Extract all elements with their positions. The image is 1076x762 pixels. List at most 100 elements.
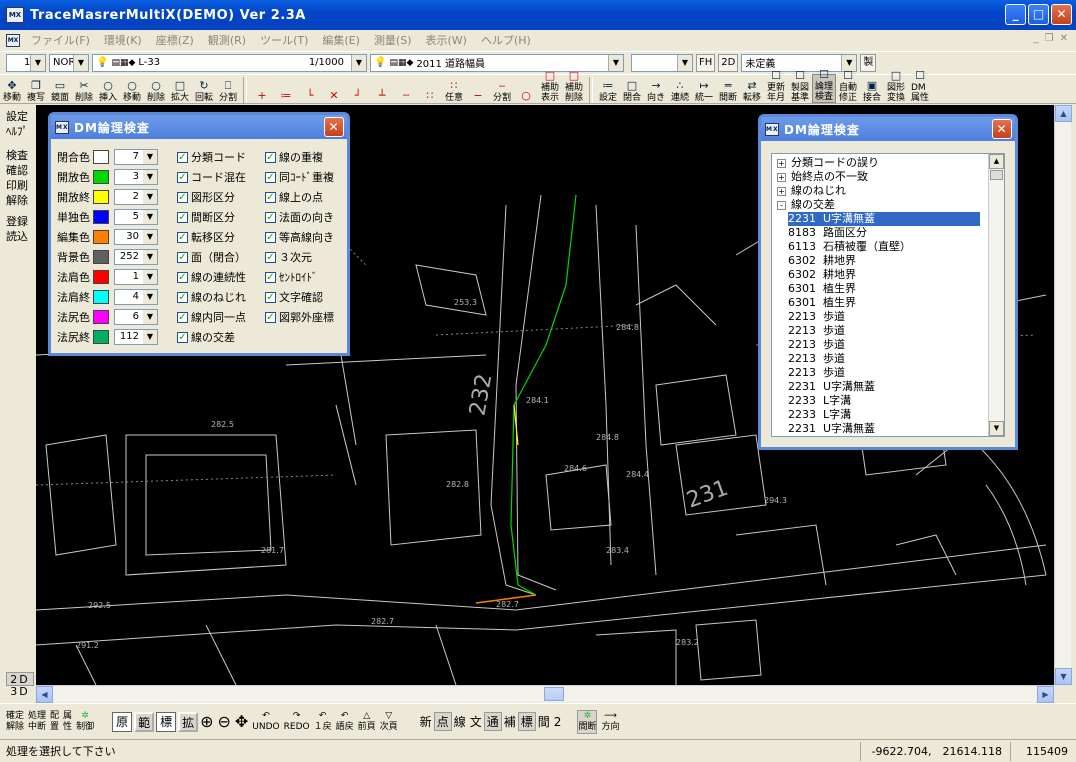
toolbar-button[interactable]: □ 拡大 <box>168 74 192 103</box>
toolbar-button[interactable]: □ 補助 削除 <box>562 69 586 103</box>
checkbox[interactable]: ✓ <box>177 311 188 323</box>
color-swatch[interactable] <box>93 310 109 324</box>
scroll-right-icon[interactable]: ▶ <box>1037 686 1054 703</box>
check-item[interactable]: ✓ 分類コード <box>177 147 246 167</box>
toolbar-button[interactable]: → 向き <box>644 74 668 103</box>
toolbar-button[interactable]: ≔ <box>274 74 298 103</box>
result-tree[interactable]: ▲ ▼ + 分類コードの誤り + 始終点の不一致 + 線のねじれ - 線の交差 2231 U字溝… <box>771 153 1005 437</box>
color-number-select[interactable]: 3 ▼ <box>114 169 158 185</box>
toolbar-button[interactable]: ✂ 削除 <box>72 74 96 103</box>
color-swatch[interactable] <box>93 190 109 204</box>
check-item[interactable]: ✓ 文字確認 <box>265 287 323 307</box>
box-button[interactable]: 原 <box>112 711 133 732</box>
check-item[interactable]: ✓ 図形区分 <box>177 187 235 207</box>
2d-button[interactable]: 2D <box>718 53 739 72</box>
color-swatch[interactable] <box>93 210 109 224</box>
toolbar-button[interactable]: + <box>250 74 274 103</box>
menu-observe[interactable]: 観測(R) <box>201 32 253 48</box>
color-swatch[interactable] <box>93 250 109 264</box>
expand-icon[interactable]: + <box>777 186 786 196</box>
checkbox[interactable]: ✓ <box>265 271 276 283</box>
tree-item[interactable]: 6302 耕地界 <box>788 268 856 282</box>
tree-item[interactable]: 2213 歩道 <box>788 366 845 380</box>
nav-button[interactable]: ↶ 語戻 <box>336 711 354 733</box>
toolbar-button[interactable]: ○ <box>514 74 538 103</box>
checkbox[interactable]: ✓ <box>177 171 188 183</box>
tree-group[interactable]: + 分類コードの誤り <box>772 156 879 170</box>
pan-button[interactable]: ✥ <box>235 714 248 730</box>
checkbox[interactable]: ✓ <box>177 331 188 343</box>
checkbox[interactable]: ✓ <box>177 151 188 163</box>
layer2-select[interactable]: 💡 ▤▦◆ 2011 道路幅員 ▼ <box>370 53 624 72</box>
mode-toggle[interactable]: 通 <box>483 712 502 731</box>
left-release[interactable]: 解除 <box>0 193 36 208</box>
tree-scrollbar[interactable]: ▲ ▼ <box>988 154 1004 436</box>
control-button[interactable]: ✲ 制御 <box>76 711 94 733</box>
checkbox[interactable]: ✓ <box>265 311 276 323</box>
scroll-down-icon[interactable]: ▼ <box>1055 668 1072 685</box>
mode-toggle[interactable]: 新 <box>418 713 434 730</box>
checkbox[interactable]: ✓ <box>265 191 276 203</box>
toolbar-button[interactable]: ☐ DM 属性 <box>908 69 932 103</box>
check-item[interactable]: ✓ 転移区分 <box>177 227 235 247</box>
check-item[interactable]: ✓ 線上の点 <box>265 187 323 207</box>
number-select[interactable]: 1 ▼ <box>6 53 46 72</box>
toolbar-button[interactable]: □ 閉合 <box>620 74 644 103</box>
sei-button[interactable]: 製 <box>860 53 877 72</box>
vertical-scrollbar[interactable]: ▲ ▼ <box>1054 105 1072 685</box>
toolbar-button[interactable]: ┄ <box>394 74 418 103</box>
mode-toggle[interactable]: 2 <box>552 715 564 729</box>
zoom-in-button[interactable]: ⊕ <box>200 714 213 730</box>
horizontal-scrollbar[interactable]: ◀ ▶ <box>36 685 1054 703</box>
checkbox[interactable]: ✓ <box>265 251 276 263</box>
left-confirm[interactable]: 確認 <box>0 163 36 178</box>
tree-group[interactable]: + 始終点の不一致 <box>772 170 868 184</box>
color-swatch[interactable] <box>93 230 109 244</box>
check-item[interactable]: ✓ ３次元 <box>265 247 312 267</box>
toolbar-button[interactable]: ▭ 鏡面 <box>48 74 72 103</box>
check-item[interactable]: ✓ 線の交差 <box>177 327 235 347</box>
mode-toggle[interactable]: 点 <box>433 712 452 731</box>
layer-select[interactable]: 💡 ▤▦◆ L-33 1/1000 ▼ <box>92 53 367 72</box>
expand-icon[interactable]: + <box>777 172 786 182</box>
box-button[interactable]: 範 <box>134 711 155 732</box>
mode-toggle[interactable]: 線 <box>452 713 468 730</box>
toolbar-button[interactable]: − <box>466 74 490 103</box>
tree-item[interactable]: 2231 U字溝無蓋 <box>788 422 875 436</box>
check-item[interactable]: ✓ 線のねじれ <box>177 287 246 307</box>
mdi-minimize-icon[interactable]: _ <box>1034 33 1039 44</box>
mdi-close-icon[interactable]: ✕ <box>1060 33 1068 44</box>
left-check[interactable]: 検査 <box>0 148 36 163</box>
toolbar-button[interactable]: ↻ 回転 <box>192 74 216 103</box>
tree-item[interactable]: 2213 歩道 <box>788 338 845 352</box>
color-number-select[interactable]: 30 ▼ <box>114 229 158 245</box>
toolbar-button[interactable]: ┴ <box>370 74 394 103</box>
mode-2d[interactable]: 2D <box>6 672 34 686</box>
checkbox[interactable]: ✓ <box>265 211 276 223</box>
menu-env[interactable]: 環境(K) <box>97 32 149 48</box>
toolbar-button[interactable]: ☐ 論理 検査 <box>812 68 836 103</box>
tree-item[interactable]: 2231 U字溝無蓋 <box>788 380 875 394</box>
checkbox[interactable]: ✓ <box>177 271 188 283</box>
toolbar-button[interactable]: ‒ 分割 <box>490 74 514 103</box>
color-number-select[interactable]: 5 ▼ <box>114 209 158 225</box>
menu-tool[interactable]: ツール(T) <box>253 32 315 48</box>
left-setting[interactable]: 設定 <box>0 109 36 124</box>
menu-view[interactable]: 表示(W) <box>419 32 474 48</box>
scroll-down-icon[interactable]: ▼ <box>989 421 1004 436</box>
tree-item[interactable]: 6113 石積被覆（直壁） <box>788 240 911 254</box>
tree-item[interactable]: 2213 歩道 <box>788 310 845 324</box>
minimize-button[interactable]: _ <box>1005 4 1026 25</box>
direction-button[interactable]: ⟶ 方向 <box>601 711 619 733</box>
check-item[interactable]: ✓ 図郭外座標 <box>265 307 334 327</box>
color-number-select[interactable]: 2 ▼ <box>114 189 158 205</box>
tree-item[interactable]: 2231 U字溝無蓋 <box>788 212 980 226</box>
toolbar-button[interactable]: ═ 間断 <box>716 74 740 103</box>
scroll-left-icon[interactable]: ◀ <box>36 686 53 703</box>
nav-button[interactable]: ↶ １戻 <box>314 711 332 733</box>
nav-button[interactable]: ↶ UNDO <box>252 711 279 733</box>
abort-button[interactable]: 処理 中断 <box>28 711 46 733</box>
toolbar-button[interactable]: ☐ 更新 年月 <box>764 69 788 103</box>
toolbar-button[interactable]: ☐ 自動 修正 <box>836 69 860 103</box>
toolbar-button[interactable]: ≔ 設定 <box>596 74 620 103</box>
